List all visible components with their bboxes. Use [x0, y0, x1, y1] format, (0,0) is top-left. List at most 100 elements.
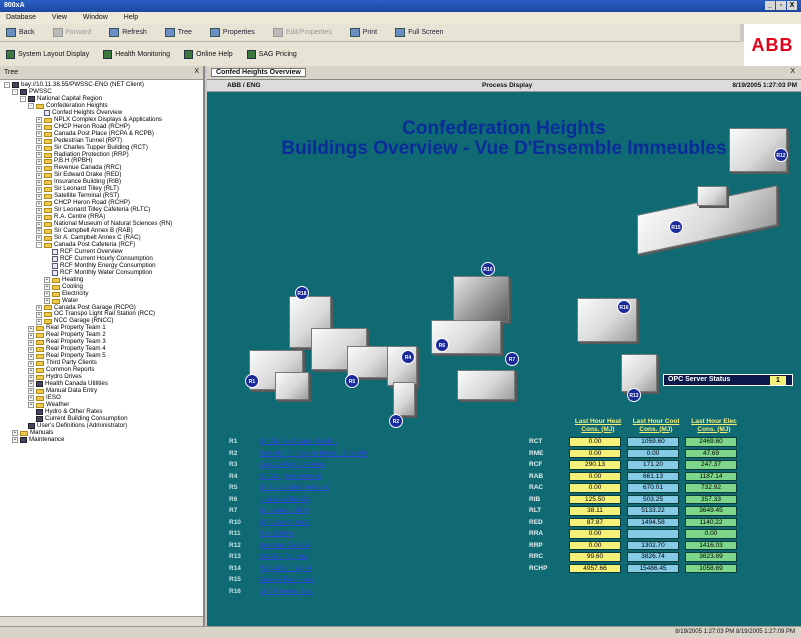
tree-node[interactable]: + Maintenance	[4, 436, 201, 444]
expand-icon[interactable]: +	[28, 353, 34, 360]
expand-icon[interactable]: +	[36, 311, 42, 318]
collapse-icon[interactable]: -	[28, 103, 34, 110]
building-marker-r10[interactable]: R10	[481, 262, 495, 276]
tree-node[interactable]: + Manual Data Entry	[4, 387, 201, 395]
expand-icon[interactable]: +	[12, 437, 18, 444]
tree-node[interactable]: + Common Reports	[4, 366, 201, 374]
legend-row[interactable]: R13 Satellite Terminal	[229, 551, 367, 563]
building-marker-r4[interactable]: R4	[401, 350, 415, 364]
collapse-icon[interactable]: -	[36, 242, 42, 249]
collapse-icon[interactable]: -	[20, 96, 26, 103]
building-r2[interactable]	[393, 382, 415, 416]
expand-icon[interactable]: +	[36, 158, 42, 165]
expand-icon[interactable]: +	[28, 332, 34, 339]
expand-icon[interactable]: +	[28, 388, 34, 395]
building-marker-r6[interactable]: R6	[435, 338, 449, 352]
expand-icon[interactable]: +	[36, 172, 42, 179]
tree-scrollbar[interactable]	[0, 616, 203, 626]
tree-view[interactable]: - bay://10.11.38.55/PWSSC-ENG (NET Client…	[0, 80, 203, 444]
expand-icon[interactable]: +	[36, 214, 42, 221]
legend-building-link[interactable]: Sir Leonard Tilley	[259, 505, 309, 517]
expand-icon[interactable]: +	[36, 179, 42, 186]
legend-row[interactable]: R10 Sir Edward Drake	[229, 517, 367, 529]
legend-row[interactable]: R3 Canada Post Cafeteria	[229, 459, 367, 471]
building-marker-r7[interactable]: R7	[505, 352, 519, 366]
legend-row[interactable]: R15 Canada Post Place	[229, 574, 367, 586]
tree-node[interactable]: + Real Property Team 5	[4, 352, 201, 360]
tree-node[interactable]: + IESO	[4, 394, 201, 402]
tree-button[interactable]: Tree	[164, 28, 192, 37]
expand-icon[interactable]: +	[28, 381, 34, 388]
legend-building-link[interactable]: Sir Campbell Annex B	[259, 471, 322, 483]
back-button[interactable]: Back	[6, 28, 35, 37]
refresh-button[interactable]: Refresh	[109, 28, 147, 37]
expand-icon[interactable]: +	[28, 402, 34, 409]
expand-icon[interactable]: +	[36, 152, 42, 158]
tree-node[interactable]: + Weather	[4, 401, 201, 409]
legend-row[interactable]: R1 Sir Charles Tupper Building	[229, 436, 367, 448]
expand-icon[interactable]: +	[36, 131, 42, 138]
expand-icon[interactable]: +	[36, 200, 42, 207]
expand-icon[interactable]: +	[28, 339, 34, 346]
print-button[interactable]: Print	[349, 28, 377, 37]
menu-database[interactable]: Database	[6, 14, 36, 21]
expand-icon[interactable]: +	[12, 430, 18, 437]
document-close-button[interactable]: X	[790, 68, 795, 75]
expand-icon[interactable]: +	[36, 207, 42, 214]
expand-icon[interactable]: +	[36, 124, 42, 131]
tree-node[interactable]: + Radiation Protection (RRP)	[4, 151, 201, 159]
legend-building-link[interactable]: Canada Post Cafeteria	[259, 459, 325, 471]
expand-icon[interactable]: +	[44, 284, 50, 291]
tree-node[interactable]: + Third Party Clients	[4, 359, 201, 367]
expand-icon[interactable]: +	[36, 186, 42, 193]
legend-building-link[interactable]: Sir Edward Drake	[259, 517, 310, 529]
collapse-icon[interactable]: -	[12, 89, 18, 96]
expand-icon[interactable]: +	[36, 117, 42, 124]
expand-icon[interactable]: +	[28, 346, 34, 353]
expand-icon[interactable]: +	[36, 221, 42, 228]
legend-building-link[interactable]: Sir Charles Tupper Building	[259, 436, 338, 448]
edit-properties-button[interactable]: Edit/Properties	[272, 28, 332, 37]
building-r7[interactable]	[457, 370, 515, 400]
building-marker-r2[interactable]: R2	[389, 414, 403, 428]
legend-building-link[interactable]: CHCP Heron Road	[259, 586, 314, 598]
minimize-button[interactable]: _	[765, 1, 775, 10]
tree-node[interactable]: - PWSSC	[4, 88, 201, 96]
legend-building-link[interactable]: Sir A. Campbell Annex C	[259, 482, 330, 494]
menu-window[interactable]: Window	[83, 14, 108, 21]
maximize-button[interactable]: ▫	[776, 1, 786, 10]
building-marker-r18[interactable]: R18	[295, 286, 309, 300]
legend-building-link[interactable]: Radiation Protection Bureau & Health	[259, 448, 367, 460]
tab-confed-heights-overview[interactable]: Confed Heights Overview	[211, 68, 306, 77]
sag-pricing-button[interactable]: SAG Pricing	[246, 49, 297, 59]
online-help-button[interactable]: Online Help	[184, 49, 233, 59]
expand-icon[interactable]: +	[44, 291, 50, 298]
tree-node[interactable]: + Cooling	[4, 283, 201, 291]
building-marker-r12[interactable]: R12	[774, 148, 788, 162]
building-marker-r13[interactable]: R13	[627, 388, 641, 402]
legend-row[interactable]: R5 Sir A. Campbell Annex C	[229, 482, 367, 494]
legend-row[interactable]: R11 R.A. Centre	[229, 528, 367, 540]
legend-row[interactable]: R12 Revenue Canada	[229, 540, 367, 552]
expand-icon[interactable]: +	[36, 145, 42, 152]
legend-row[interactable]: R7 Sir Leonard Tilley	[229, 505, 367, 517]
expand-icon[interactable]: +	[36, 165, 42, 172]
properties-button[interactable]: Properties	[209, 28, 255, 37]
legend-row[interactable]: R6 Insurance Building	[229, 494, 367, 506]
collapse-icon[interactable]: -	[4, 82, 10, 89]
building-marker-r16[interactable]: R16	[617, 300, 631, 314]
tree-close-button[interactable]: X	[194, 68, 199, 75]
expand-icon[interactable]: +	[44, 298, 50, 305]
expand-icon[interactable]: +	[36, 318, 42, 325]
system-layout-button[interactable]: System Layout Display	[6, 49, 89, 59]
building-r10[interactable]	[453, 276, 509, 322]
expand-icon[interactable]: +	[28, 395, 34, 402]
tree-node[interactable]: RCF Monthly Water Consumption	[4, 269, 201, 277]
expand-icon[interactable]: +	[36, 138, 42, 145]
menu-help[interactable]: Help	[124, 14, 138, 21]
tree-node[interactable]: + Heating	[4, 276, 201, 284]
tree-node[interactable]: + Electricity	[4, 290, 201, 298]
expand-icon[interactable]: +	[28, 367, 34, 374]
legend-building-link[interactable]: R.A. Centre	[259, 528, 293, 540]
menu-view[interactable]: View	[52, 14, 67, 21]
